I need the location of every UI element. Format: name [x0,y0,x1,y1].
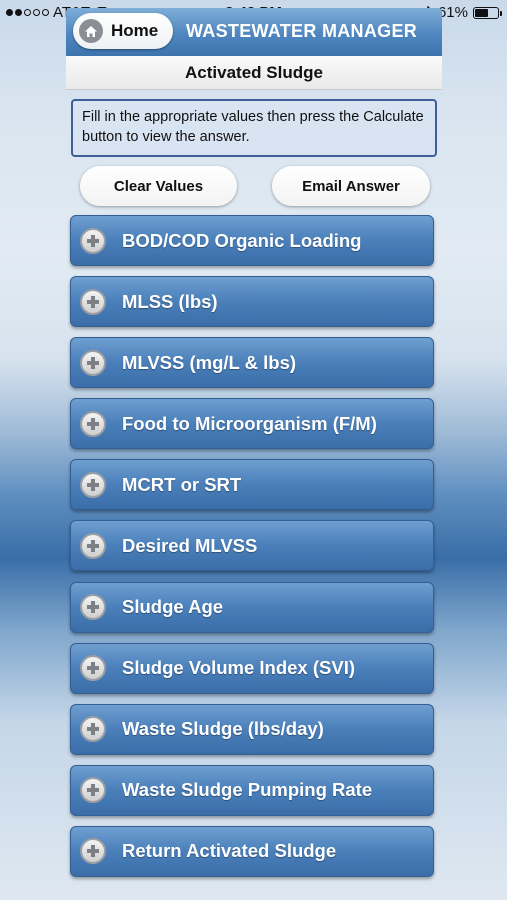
menu-item-return-activated-sludge[interactable]: Return Activated Sludge [70,825,434,877]
menu-item-desired-mlvss[interactable]: Desired MLVSS [70,520,434,572]
menu-item-label: MLSS (lbs) [122,290,218,312]
instructions-box: Fill in the appropriate values then pres… [71,99,437,157]
menu-item-mcrt-srt[interactable]: MCRT or SRT [70,459,434,511]
email-answer-button[interactable]: Email Answer [272,166,430,206]
menu-item-label: Food to Microorganism (F/M) [122,412,377,434]
plus-circle-icon [80,532,106,559]
clear-values-button[interactable]: Clear Values [80,166,237,206]
menu-item-label: Return Activated Sludge [122,840,337,862]
home-button-label: Home [111,21,159,40]
menu-item-label: Waste Sludge (lbs/day) [122,718,324,740]
plus-circle-icon [80,227,106,254]
plus-circle-icon [80,349,106,376]
menu-item-waste-sludge[interactable]: Waste Sludge (lbs/day) [70,703,434,755]
plus-circle-icon [80,288,106,315]
plus-circle-icon [80,594,106,621]
menu-item-label: Sludge Age [122,596,224,618]
menu-item-label: MCRT or SRT [122,473,242,495]
plus-circle-icon [80,655,106,682]
menu-item-svi[interactable]: Sludge Volume Index (SVI) [70,642,434,694]
page-title: Activated Sludge [66,56,442,90]
plus-circle-icon [80,471,106,498]
navigation-bar: Home WASTEWATER MANAGER [66,8,442,56]
plus-circle-icon [80,777,106,804]
menu-item-mlvss[interactable]: MLVSS (mg/L & lbs) [70,337,434,389]
menu-item-mlss[interactable]: MLSS (lbs) [70,276,434,328]
battery-percent: 61% [437,4,468,21]
home-icon [79,19,103,43]
menu-item-label: Desired MLVSS [122,534,258,556]
menu-item-waste-sludge-pumping-rate[interactable]: Waste Sludge Pumping Rate [70,764,434,816]
calculation-menu: BOD/COD Organic Loading MLSS (lbs) MLVSS… [70,215,434,887]
home-button[interactable]: Home [73,13,173,49]
menu-item-sludge-age[interactable]: Sludge Age [70,581,434,633]
menu-item-food-to-microorganism[interactable]: Food to Microorganism (F/M) [70,398,434,450]
menu-item-label: Sludge Volume Index (SVI) [122,657,355,679]
plus-circle-icon [80,838,106,865]
menu-item-label: Waste Sludge Pumping Rate [122,779,373,801]
menu-item-label: MLVSS (mg/L & lbs) [122,351,297,373]
app-title: WASTEWATER MANAGER [186,21,418,41]
plus-circle-icon [80,410,106,437]
menu-item-label: BOD/COD Organic Loading [122,229,362,251]
battery-icon [473,6,502,19]
plus-circle-icon [80,716,106,743]
menu-item-bod-cod[interactable]: BOD/COD Organic Loading [70,215,434,266]
